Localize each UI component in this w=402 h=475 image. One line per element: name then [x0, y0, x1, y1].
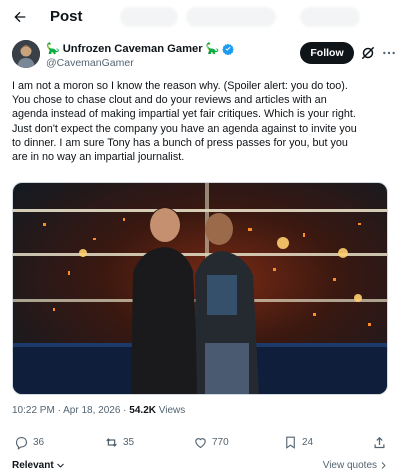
chevron-down-icon	[56, 463, 64, 468]
bookmark-count: 24	[302, 436, 314, 448]
author-row: 🦕 Unfrozen Caveman Gamer 🦕 @CavemanGamer…	[12, 40, 395, 72]
avatar[interactable]	[12, 40, 40, 68]
tweet-meta: 10:22 PM · Apr 18, 2026 · 54.2K Views	[12, 405, 185, 416]
follow-button[interactable]: Follow	[300, 42, 354, 64]
sort-label: Relevant	[12, 460, 54, 471]
reply-icon	[15, 436, 28, 450]
tweet-text: I am not a moron so I know the reason wh…	[12, 80, 357, 164]
sort-replies-dropdown[interactable]: Relevant	[12, 460, 65, 471]
like-button[interactable]: 770	[193, 432, 229, 452]
repost-icon	[106, 437, 117, 447]
top-bar: Post	[0, 0, 402, 34]
grok-icon	[362, 47, 374, 59]
tweet-photo[interactable]	[12, 182, 388, 395]
reply-button[interactable]: 36	[14, 432, 44, 452]
view-quotes-label: View quotes	[322, 460, 377, 471]
like-count: 770	[212, 436, 229, 448]
author-name[interactable]: Unfrozen Caveman Gamer	[63, 43, 203, 55]
verified-badge-icon	[222, 43, 235, 55]
heart-icon	[195, 437, 206, 448]
chevron-right-icon	[381, 462, 386, 469]
back-button[interactable]	[8, 5, 32, 29]
share-icon	[374, 436, 385, 448]
author-handle[interactable]: @CavemanGamer	[46, 57, 134, 69]
blurred-tab	[120, 7, 178, 27]
blurred-tab	[186, 7, 276, 27]
dinosaur-emoji: 🦕	[205, 42, 220, 55]
more-dots-icon	[383, 51, 395, 55]
views-count: 54.2K	[129, 405, 156, 416]
grok-button[interactable]	[359, 44, 377, 62]
bookmark-icon	[286, 436, 295, 449]
more-options-button[interactable]	[380, 44, 398, 62]
replies-footer: Relevant View quotes	[0, 458, 402, 475]
dinosaur-emoji: 🦕	[46, 42, 60, 55]
repost-button[interactable]: 35	[104, 432, 134, 452]
repost-count: 35	[123, 436, 135, 448]
bookmark-button[interactable]: 24	[283, 432, 313, 452]
blurred-tab	[300, 7, 360, 27]
page-title: Post	[50, 8, 83, 25]
author-name-line[interactable]: 🦕 Unfrozen Caveman Gamer 🦕	[46, 42, 235, 55]
view-quotes-link[interactable]: View quotes	[323, 460, 388, 471]
views-label: Views	[155, 405, 186, 416]
reply-count: 36	[33, 436, 45, 448]
share-button[interactable]	[372, 432, 387, 452]
tweet-timestamp[interactable]: 10:22 PM · Apr 18, 2026 ·	[12, 405, 129, 416]
tweet-actions: 36 35 770 24	[0, 432, 402, 454]
arrow-left-icon	[14, 11, 26, 23]
